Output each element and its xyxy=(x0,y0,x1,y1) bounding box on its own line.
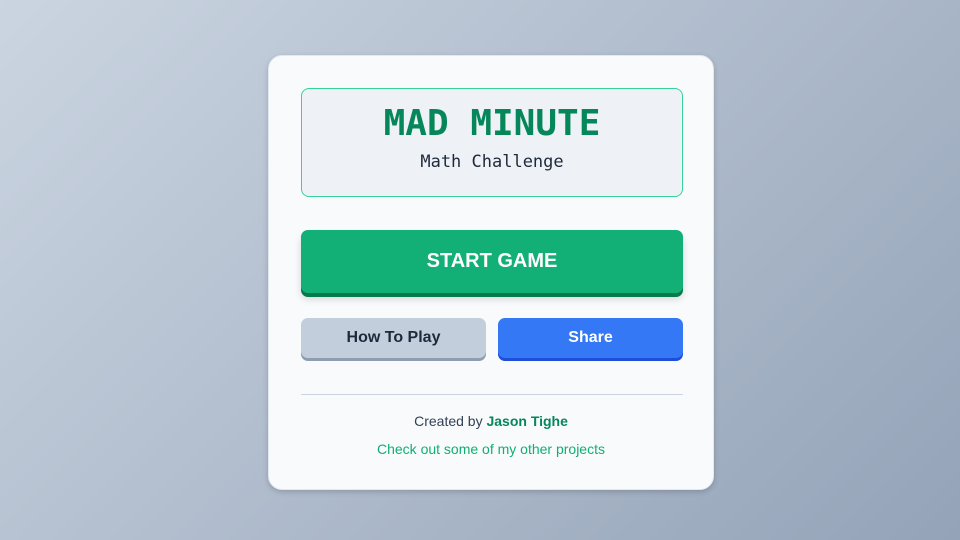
share-button[interactable]: Share xyxy=(498,318,683,358)
other-projects-link[interactable]: Check out some of my other projects xyxy=(269,441,713,457)
divider xyxy=(301,394,683,395)
how-to-play-button[interactable]: How To Play xyxy=(301,318,486,358)
game-title: MAD MINUTE xyxy=(383,103,601,144)
created-by-label: Created by xyxy=(414,413,483,429)
author-link[interactable]: Jason Tighe xyxy=(486,413,567,429)
game-subtitle: Math Challenge xyxy=(420,152,564,172)
credit-line: Created by Jason Tighe xyxy=(269,413,713,429)
title-panel: MAD MINUTE Math Challenge xyxy=(301,88,683,197)
main-menu-card: MAD MINUTE Math Challenge START GAME How… xyxy=(268,55,714,490)
start-game-button[interactable]: START GAME xyxy=(301,230,683,293)
